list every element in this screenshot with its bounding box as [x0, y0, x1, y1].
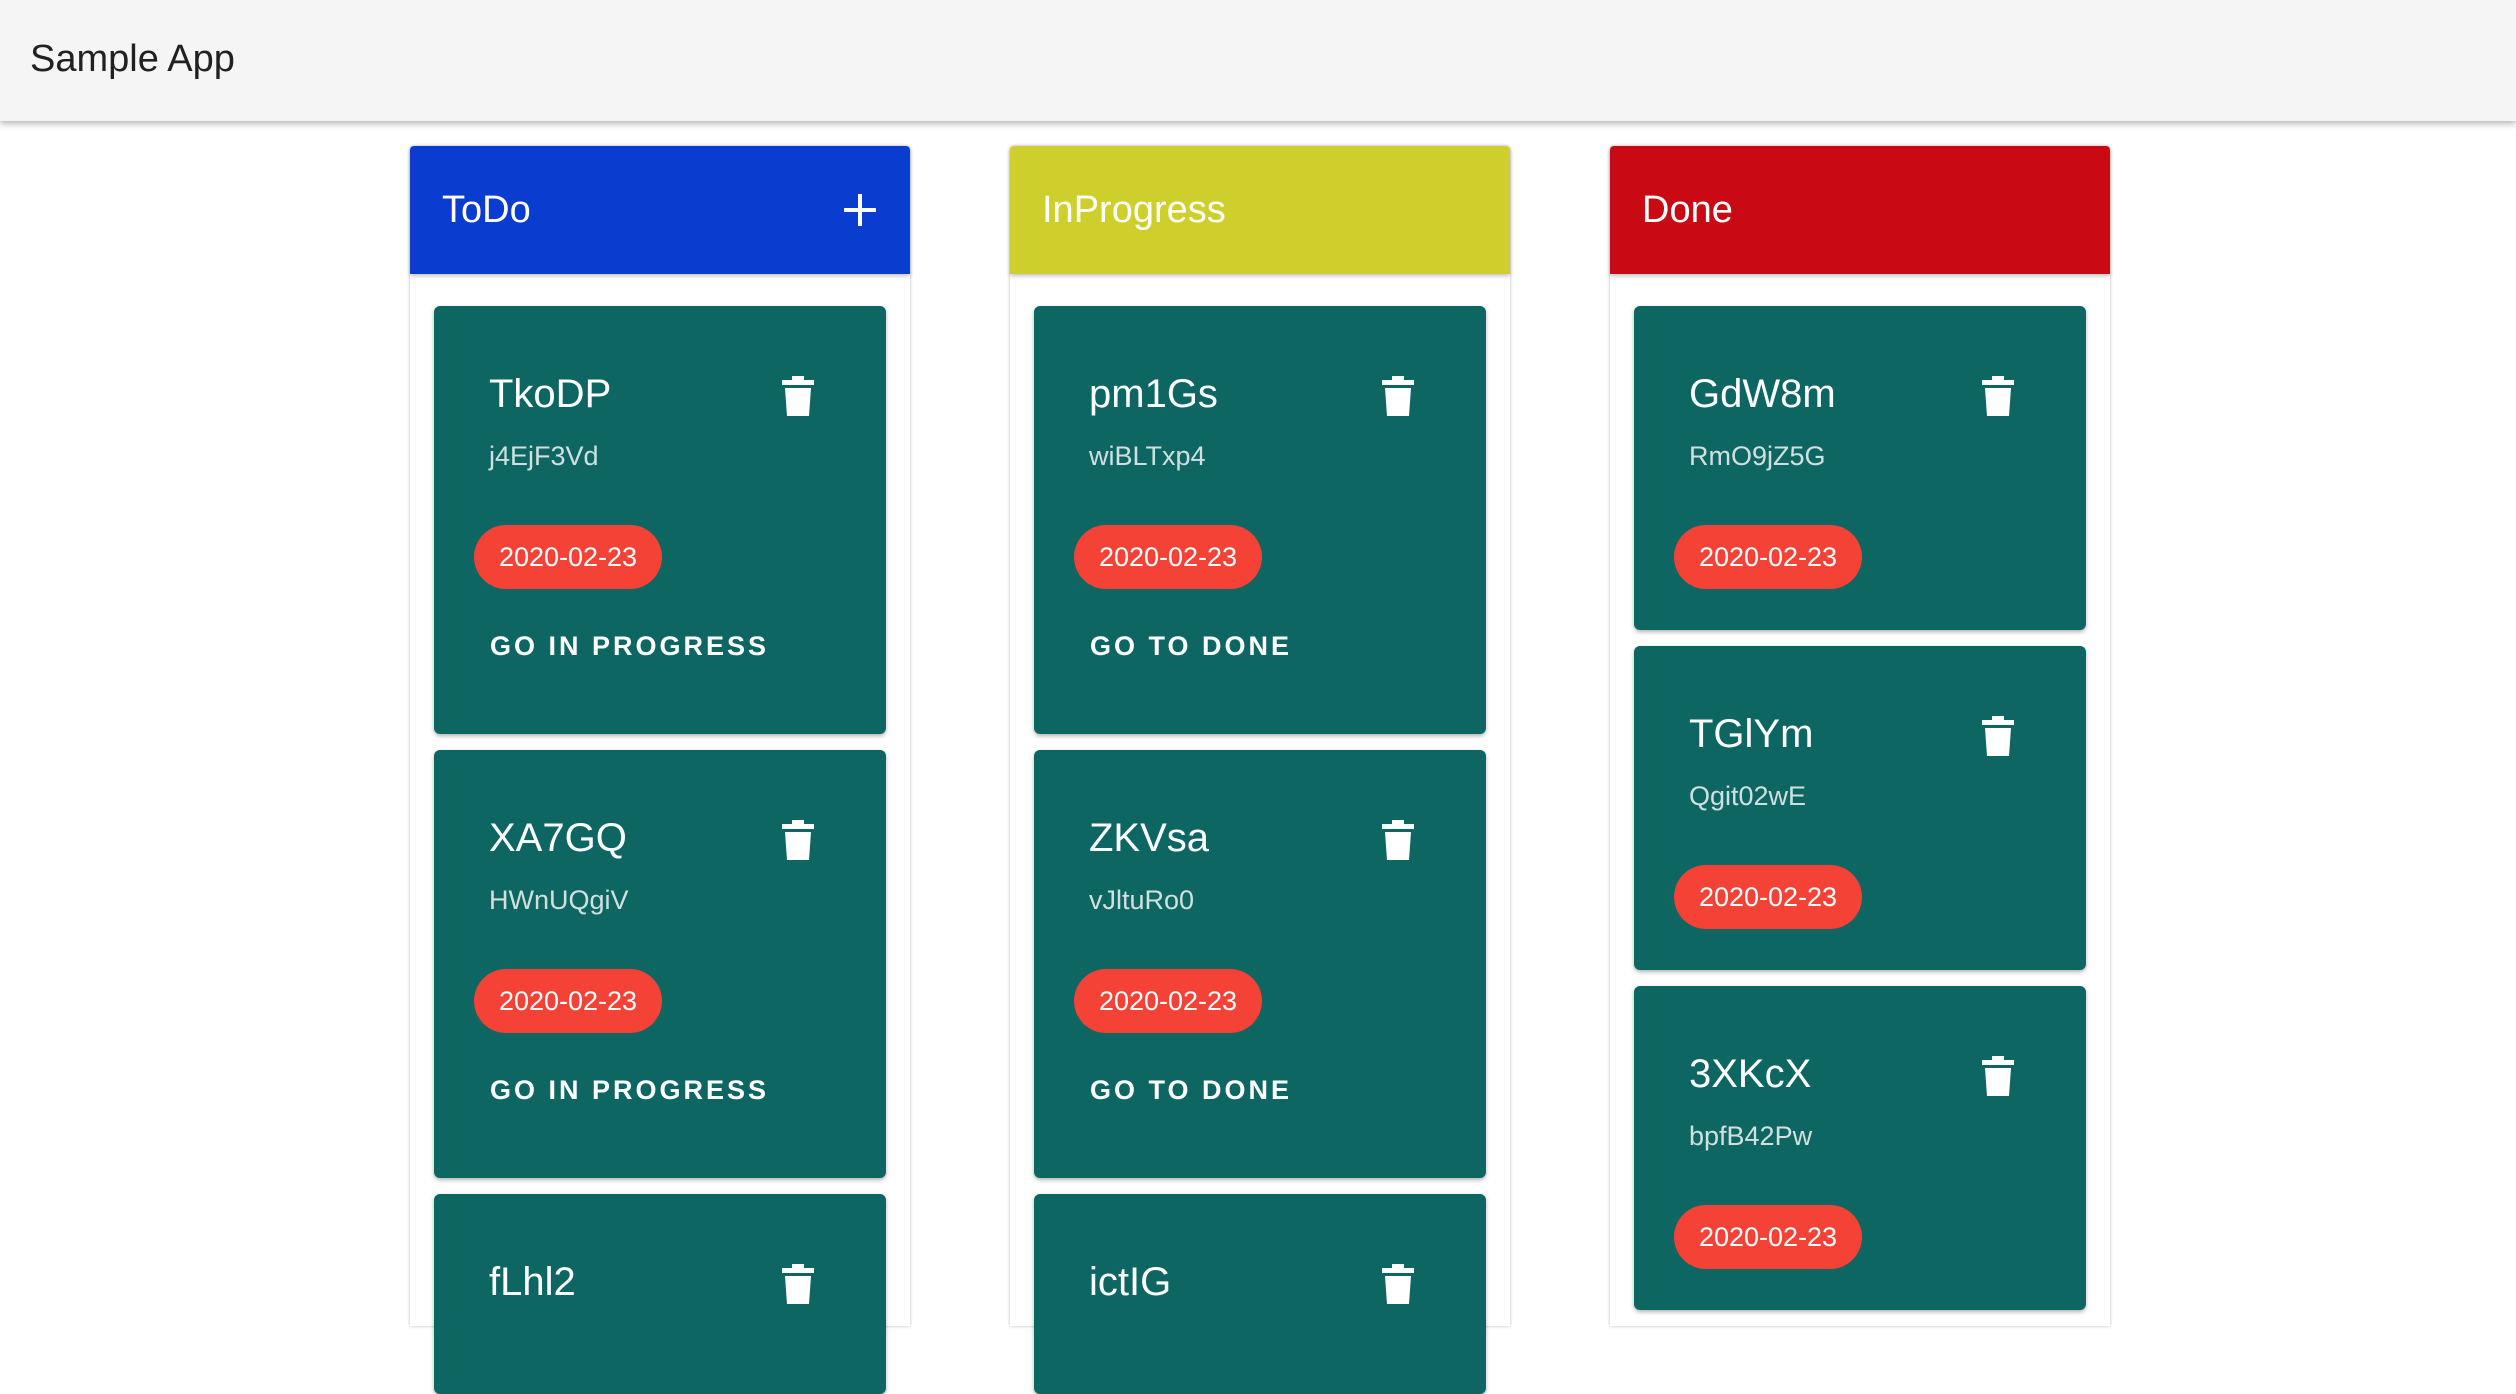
- card-subtitle: wiBLTxp4: [1089, 441, 1206, 471]
- date-chip: 2020-02-23: [1674, 1205, 1862, 1269]
- column-title: ToDo: [442, 189, 531, 231]
- card-subtitle: RmO9jZ5G: [1689, 441, 1826, 471]
- task-card: 3XKcX bpfB42Pw 2020-02-23: [1634, 986, 2086, 1310]
- column-header-inprogress: InProgress: [1010, 146, 1510, 274]
- delete-button[interactable]: [1376, 816, 1420, 864]
- task-card: TGlYm Qgit02wE 2020-02-23: [1634, 646, 2086, 970]
- date-chip: 2020-02-23: [1674, 525, 1862, 589]
- trash-icon: [1982, 716, 2014, 756]
- card-subtitle: Qgit02wE: [1689, 781, 1807, 811]
- date-chip: 2020-02-23: [1074, 525, 1262, 589]
- column-header-done: Done: [1610, 146, 2110, 274]
- delete-button[interactable]: [776, 372, 820, 420]
- go-in-progress-button[interactable]: GO IN PROGRESS: [478, 1060, 781, 1120]
- card-title: XA7GQ: [489, 816, 627, 860]
- delete-button[interactable]: [1376, 1260, 1420, 1308]
- column-inprogress: InProgress pm1Gs wiBLTxp4 2020-02-23 GO …: [1010, 146, 1510, 1394]
- trash-icon: [1382, 376, 1414, 416]
- date-chip: 2020-02-23: [1074, 969, 1262, 1033]
- go-in-progress-button[interactable]: GO IN PROGRESS: [478, 616, 781, 676]
- delete-button[interactable]: [1976, 1052, 2020, 1100]
- card-subtitle: bpfB42Pw: [1689, 1121, 1813, 1151]
- card-title: ZKVsa: [1089, 816, 1210, 860]
- trash-icon: [782, 376, 814, 416]
- trash-icon: [782, 1264, 814, 1304]
- card-subtitle: HWnUQgiV: [489, 885, 629, 915]
- trash-icon: [1982, 376, 2014, 416]
- delete-button[interactable]: [1976, 372, 2020, 420]
- date-chip: 2020-02-23: [474, 525, 662, 589]
- task-card: XA7GQ HWnUQgiV 2020-02-23 GO IN PROGRESS: [434, 750, 886, 1178]
- app-title: Sample App: [30, 38, 235, 80]
- go-to-done-button[interactable]: GO TO DONE: [1078, 616, 1304, 676]
- column-title: InProgress: [1042, 189, 1226, 231]
- date-chip: 2020-02-23: [1674, 865, 1862, 929]
- card-title: fLhl2: [489, 1260, 576, 1304]
- column-title: Done: [1642, 189, 1733, 231]
- card-title: TkoDP: [489, 372, 612, 416]
- trash-icon: [1382, 820, 1414, 860]
- app-bar: Sample App: [0, 0, 2516, 121]
- go-to-done-button[interactable]: GO TO DONE: [1078, 1060, 1304, 1120]
- card-title: 3XKcX: [1689, 1052, 1812, 1096]
- task-card: pm1Gs wiBLTxp4 2020-02-23 GO TO DONE: [1034, 306, 1486, 734]
- card-title: GdW8m: [1689, 372, 1836, 416]
- date-chip: 2020-02-23: [474, 969, 662, 1033]
- delete-button[interactable]: [1376, 372, 1420, 420]
- column-done: Done GdW8m RmO9jZ5G 2020-02-23 TGlYm Qgi…: [1610, 146, 2110, 1326]
- column-todo: ToDo TkoDP j4EjF3Vd 2020-02-23 GO IN PRO…: [410, 146, 910, 1394]
- trash-icon: [782, 820, 814, 860]
- task-card: ictIG: [1034, 1194, 1486, 1394]
- column-header-todo: ToDo: [410, 146, 910, 274]
- add-card-button[interactable]: [830, 180, 890, 240]
- card-title: pm1Gs: [1089, 372, 1218, 416]
- trash-icon: [1382, 1264, 1414, 1304]
- plus-icon: [844, 194, 876, 226]
- delete-button[interactable]: [776, 1260, 820, 1308]
- delete-button[interactable]: [776, 816, 820, 864]
- card-title: TGlYm: [1689, 712, 1814, 756]
- task-card: GdW8m RmO9jZ5G 2020-02-23: [1634, 306, 2086, 630]
- task-card: TkoDP j4EjF3Vd 2020-02-23 GO IN PROGRESS: [434, 306, 886, 734]
- trash-icon: [1982, 1056, 2014, 1096]
- card-subtitle: vJltuRo0: [1089, 885, 1195, 915]
- task-card: ZKVsa vJltuRo0 2020-02-23 GO TO DONE: [1034, 750, 1486, 1178]
- card-title: ictIG: [1089, 1260, 1172, 1304]
- delete-button[interactable]: [1976, 712, 2020, 760]
- card-subtitle: j4EjF3Vd: [489, 441, 599, 471]
- task-card: fLhl2: [434, 1194, 886, 1394]
